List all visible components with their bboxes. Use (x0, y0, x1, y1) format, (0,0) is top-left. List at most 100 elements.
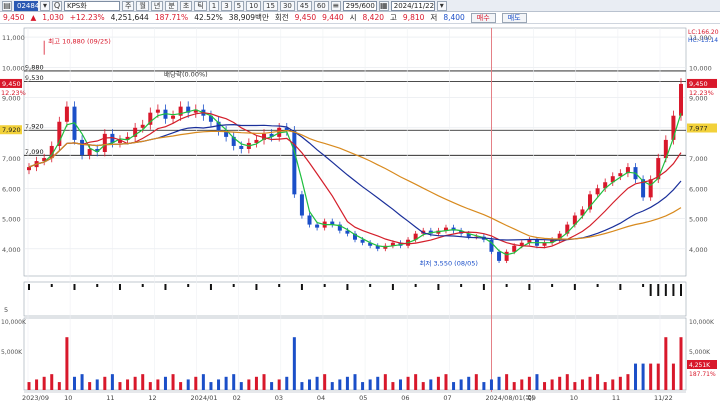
right-axis-label: 5,000 (689, 216, 708, 224)
volume-bar (338, 379, 342, 390)
volume-bar (459, 379, 463, 390)
indicator-bar (73, 284, 76, 290)
period-month-tab[interactable]: 년 (150, 0, 164, 11)
interval-3[interactable]: 3 (221, 0, 232, 11)
indicator-bar (209, 284, 212, 290)
stock-code-input[interactable]: 024840 (14, 0, 44, 11)
indicator-bar (414, 284, 417, 287)
indicator-bar (232, 284, 235, 287)
interval-30[interactable]: 30 (279, 0, 295, 11)
volume-bar (664, 337, 668, 390)
volume-bar (300, 382, 304, 390)
time-axis-label: 04 (317, 394, 325, 402)
candle-body (504, 251, 509, 261)
volume-pct-text: 187.71% (689, 371, 716, 378)
indicator-bar (672, 284, 675, 296)
interval-1[interactable]: 1 (208, 0, 220, 11)
volume-bar (88, 382, 92, 390)
volume-bar (489, 379, 493, 390)
volume-bar (398, 379, 402, 390)
sell-button[interactable]: 매도 (501, 12, 527, 23)
indicator-bar (619, 284, 622, 290)
volume-bar (110, 374, 114, 390)
volume-bar (535, 374, 539, 390)
time-axis-label: 10 (570, 394, 578, 402)
volume-bar (201, 374, 205, 390)
indicator-bar (369, 284, 372, 287)
candle-body (87, 148, 92, 156)
volume-bar (452, 382, 456, 390)
volume-bar (383, 374, 387, 390)
candle-body (648, 179, 653, 198)
volume-bar (186, 379, 190, 390)
date-dropdown-icon[interactable]: ▾ (436, 0, 447, 11)
date-field[interactable]: 2024/11/22 (390, 0, 435, 11)
indicator-bar (141, 284, 144, 287)
volume-bar (179, 382, 183, 390)
volume-bar (520, 379, 524, 390)
high-label: 시 (349, 13, 357, 22)
volume-bar (414, 374, 418, 390)
interval-15[interactable]: 15 (263, 0, 278, 11)
interval-5[interactable]: 5 (233, 0, 245, 11)
dividend-annotation: 배당락(0.00%) (164, 69, 208, 78)
period-week-tab[interactable]: 월 (136, 0, 149, 11)
interval-10[interactable]: 10 (246, 0, 262, 11)
turnover: 42.52% (194, 13, 223, 22)
volume-bar (558, 376, 562, 390)
time-axis-label: 03 (275, 394, 283, 402)
volume-bar (163, 376, 167, 390)
candle-body (64, 106, 69, 122)
candle-body (595, 188, 600, 195)
candle-body (497, 251, 502, 261)
time-axis-label: 2023/09 (22, 394, 49, 402)
volume-bar (209, 382, 213, 390)
indicator-bar (437, 284, 440, 290)
period-second-tab[interactable]: 초 (179, 0, 193, 11)
volume-bar (224, 376, 228, 390)
indicator-axis-label: 5 (4, 306, 8, 314)
indicator-bar (664, 284, 667, 296)
volume-bar (429, 379, 433, 390)
list-icon[interactable]: ≡ (330, 0, 341, 11)
volume-bar (603, 382, 607, 390)
interval-45[interactable]: 45 (296, 0, 312, 11)
indicator-bar (323, 284, 326, 287)
calendar-icon[interactable]: ▦ (378, 0, 389, 11)
high-price: 8,420 (362, 13, 385, 22)
stock-name-field[interactable]: KPS화 (64, 0, 120, 11)
volume-bar (361, 382, 365, 390)
volume-bar (512, 382, 516, 390)
chart-settings-icon[interactable]: ▤ (2, 0, 12, 11)
volume-bar (618, 376, 622, 390)
price-chart[interactable]: 11,00011,00010,00010,0009,0009,0008,0008… (0, 24, 720, 404)
period-minute-tab[interactable]: 분 (165, 0, 178, 11)
period-tick-tab[interactable]: 틱 (194, 0, 207, 11)
indicator-bar (680, 284, 682, 296)
indicator-bar (96, 284, 99, 287)
prev-price: 9,440 (322, 13, 344, 22)
candle-body (299, 194, 304, 216)
candle-body (27, 167, 31, 171)
indicator-bar (255, 284, 258, 290)
buy-button[interactable]: 매수 (470, 12, 496, 23)
volume-bar (330, 382, 334, 390)
volume-axis-label: 10,000K (1, 319, 27, 326)
page-count-field[interactable]: 295/600 (342, 0, 377, 11)
volume-bar (262, 374, 266, 390)
indicator-bar (278, 284, 281, 287)
volume-right-label: 5,000K (689, 349, 711, 356)
search-icon[interactable]: Q (52, 0, 62, 11)
volume-ratio: 187.71% (154, 13, 189, 22)
time-axis-label: 11/22 (654, 394, 673, 402)
indicator-bar (118, 284, 121, 290)
volume-bar (277, 379, 281, 390)
volume-bar (482, 382, 486, 390)
indicator-bar (649, 284, 652, 296)
volume-bar (95, 379, 99, 390)
code-dropdown-icon[interactable]: ▾ (40, 0, 50, 11)
indicator-bar (596, 284, 599, 287)
volume-bar (345, 376, 349, 390)
period-day-tab[interactable]: 주 (122, 0, 135, 11)
interval-60[interactable]: 60 (313, 0, 329, 11)
